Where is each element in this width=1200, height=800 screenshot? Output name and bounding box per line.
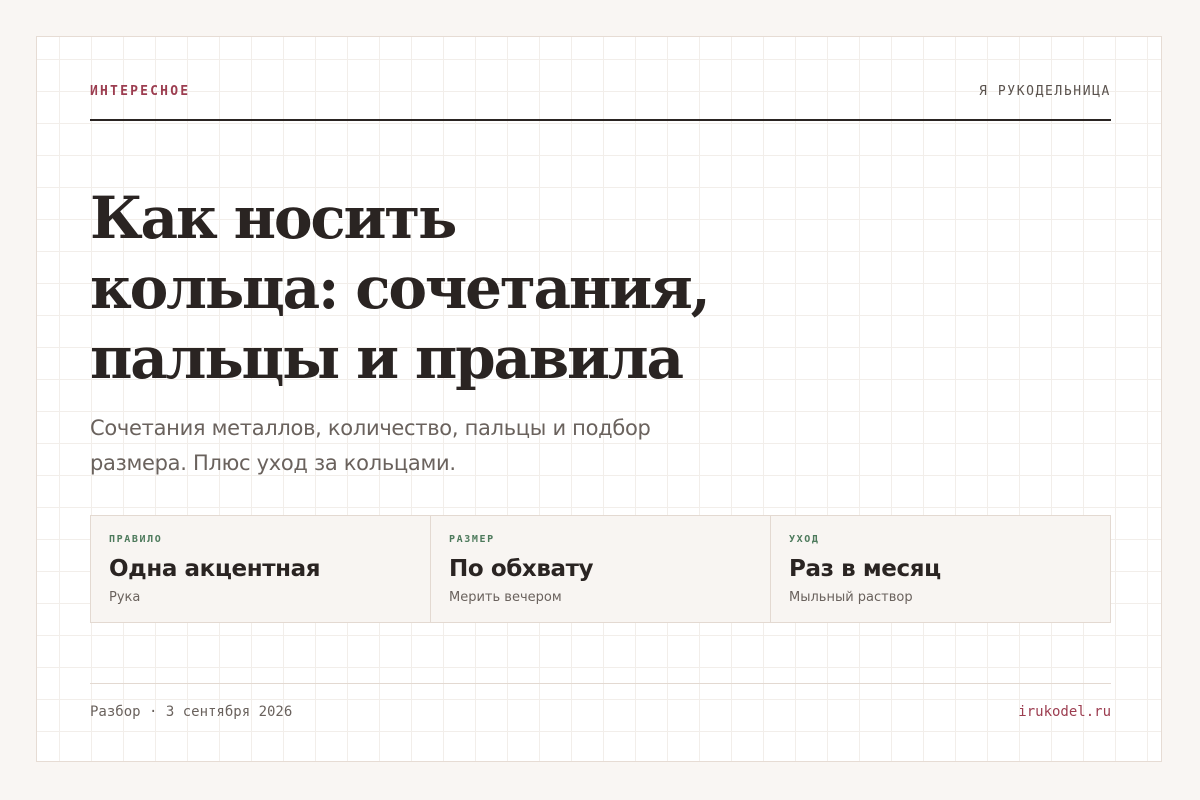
fact-label: ПРАВИЛО [109,534,163,545]
fact-note: Мыльный раствор [789,590,913,605]
fact-rule: ПРАВИЛО Одна акцентная Рука [91,516,430,622]
article-meta: Разбор · 3 сентября 2026 [90,704,293,720]
fact-size: РАЗМЕР По обхвату Мерить вечером [430,516,770,622]
subtitle-line: Сочетания металлов, количество, пальцы и… [90,416,651,440]
subtitle-line: размера. Плюс уход за кольцами. [90,451,456,475]
fact-value: Одна акцентная [109,556,321,582]
key-facts-panel: ПРАВИЛО Одна акцентная Рука РАЗМЕР По об… [90,515,1111,623]
section-label[interactable]: ИНТЕРЕСНОЕ [90,83,190,101]
fact-care: УХОД Раз в месяц Мыльный раствор [770,516,1110,622]
site-domain-link[interactable]: irukodel.ru [1018,703,1111,721]
fact-value: По обхвату [449,556,594,582]
site-brand[interactable]: Я РУКОДЕЛЬНИЦА [979,83,1111,101]
card-header: ИНТЕРЕСНОЕ Я РУКОДЕЛЬНИЦА [90,83,1111,121]
fact-label: УХОД [789,534,820,545]
fact-note: Рука [109,590,141,605]
article-card: ИНТЕРЕСНОЕ Я РУКОДЕЛЬНИЦА Как носить кол… [36,36,1162,762]
fact-label: РАЗМЕР [449,534,495,545]
fact-note: Мерить вечером [449,590,562,605]
fact-value: Раз в месяц [789,556,941,582]
page-subtitle: Сочетания металлов, количество, пальцы и… [90,411,710,481]
title-line: пальцы и правила [90,324,684,392]
title-line: Как носить [90,184,457,252]
page-title: Как носить кольца: сочетания, пальцы и п… [90,183,750,393]
title-line: кольца: сочетания, [90,254,711,322]
card-footer: Разбор · 3 сентября 2026 irukodel.ru [90,683,1111,724]
